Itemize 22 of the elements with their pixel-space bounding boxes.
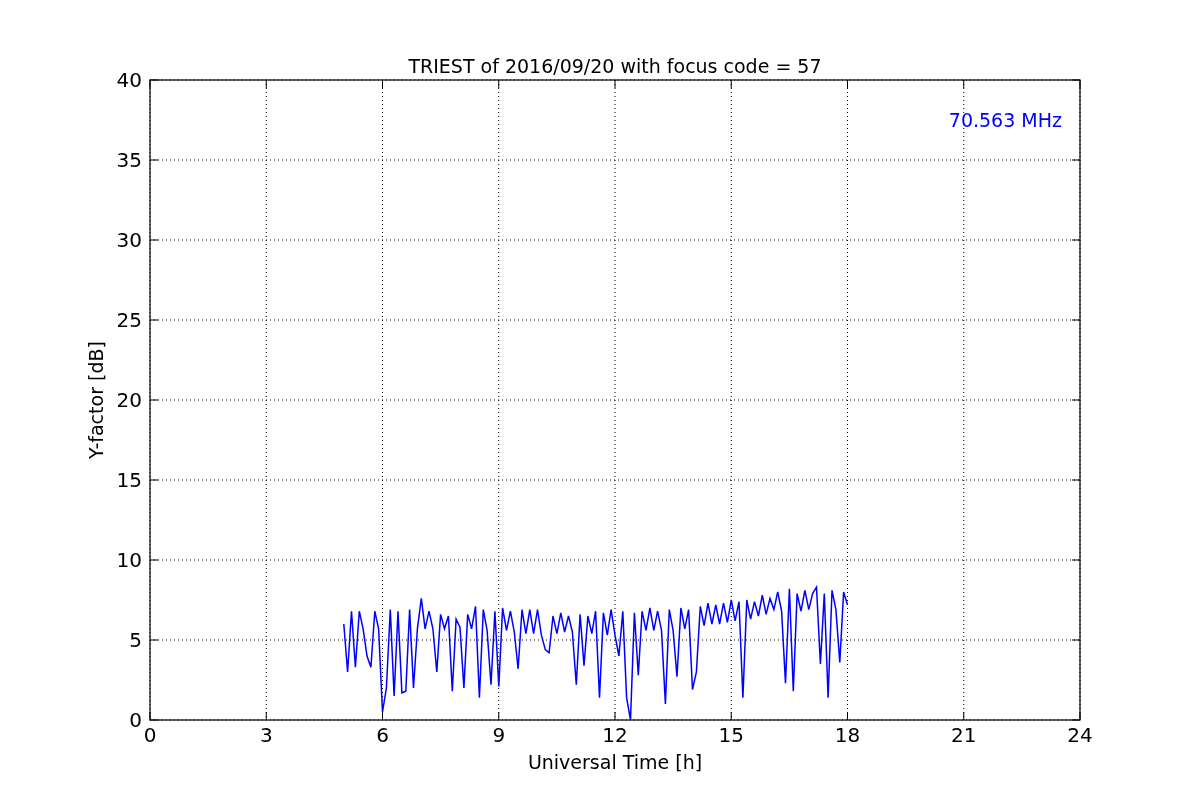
y-tick-label: 20 [116,388,142,412]
x-tick-label: 0 [143,723,157,747]
y-axis-label: Y-factor [dB] [85,341,107,459]
x-tick-label: 3 [259,723,273,747]
x-axis-label: Universal Time [h] [527,751,703,773]
x-tick-label: 18 [834,723,861,747]
x-tick-label: 21 [951,723,977,747]
y-tick-label: 35 [116,148,142,172]
frequency-annotation: 70.563 MHz [948,109,1062,131]
x-tick-label: 15 [718,723,744,747]
y-tick-label: 25 [116,308,142,332]
y-tick-label: 40 [116,68,142,92]
x-tick-label: 6 [376,723,389,747]
x-tick-label: 9 [492,723,506,747]
y-tick-label: 5 [129,628,142,652]
y-tick-label: 10 [116,548,142,572]
x-tick-label: 12 [602,723,628,747]
y-tick-label: 30 [116,228,142,252]
y-tick-label: 0 [129,708,142,732]
chart-title: TRIEST of 2016/09/20 with focus code = 57 [408,55,822,77]
x-tick-label: 24 [1067,723,1093,747]
y-tick-label: 15 [116,468,142,492]
